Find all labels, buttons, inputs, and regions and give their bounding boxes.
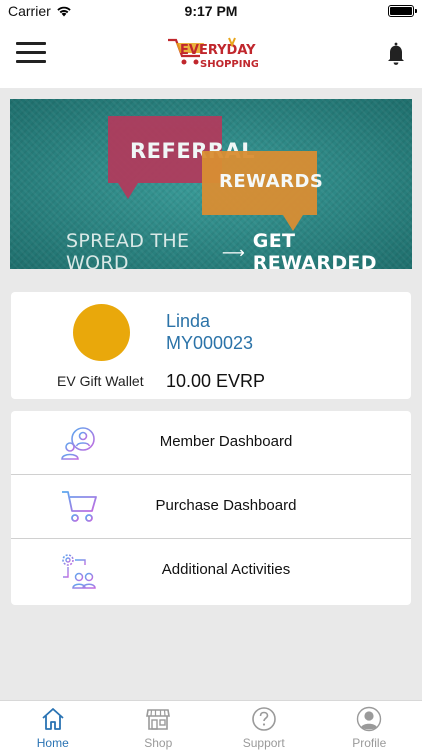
- member-dashboard-item[interactable]: Member Dashboard: [11, 411, 411, 475]
- everyday-shopping-logo: EVERYDAY SHOPPING: [168, 37, 258, 70]
- support-icon: [251, 707, 276, 731]
- tab-support-label: Support: [242, 736, 285, 750]
- rewards-bubble: REWARDS: [202, 151, 323, 231]
- svg-text:SHOPPING: SHOPPING: [200, 59, 258, 70]
- additional-activities-item[interactable]: Additional Activities: [11, 539, 411, 603]
- notification-bell-icon[interactable]: [386, 42, 406, 66]
- dashboard-menu: Member Dashboard Purchase Dashboard Addi…: [11, 411, 411, 605]
- shop-icon: [146, 709, 171, 730]
- wallet-label: EV Gift Wallet: [57, 373, 144, 389]
- tab-home-label: Home: [36, 736, 69, 750]
- purchase-dashboard-label: Purchase Dashboard: [155, 497, 297, 514]
- wallet-card: EV Gift Wallet Linda MY000023 10.00 EVRP: [11, 292, 411, 399]
- additional-activities-label: Additional Activities: [161, 561, 291, 578]
- member-dashboard-label: Member Dashboard: [159, 433, 293, 450]
- tab-profile[interactable]: Profile: [317, 701, 422, 750]
- menu-button[interactable]: [16, 42, 46, 66]
- user-name: Linda: [166, 311, 211, 331]
- tab-home[interactable]: Home: [0, 701, 106, 750]
- banner-tagline: SPREAD THE WORD ⟶ GET REWARDED: [66, 230, 386, 269]
- svg-text:EVERYDAY: EVERYDAY: [180, 43, 256, 58]
- tab-profile-label: Profile: [352, 736, 387, 750]
- status-bar: Carrier 9:17 PM: [0, 0, 422, 22]
- tagline-reward: GET REWARDED: [252, 230, 377, 269]
- member-id: MY000023: [166, 333, 254, 353]
- tab-support[interactable]: Support: [211, 701, 317, 750]
- tagline-spread: SPREAD THE WORD: [66, 230, 190, 269]
- wallet-balance: 10.00 EVRP: [166, 371, 266, 391]
- tab-shop-label: Shop: [144, 736, 173, 750]
- tab-shop[interactable]: Shop: [106, 701, 212, 750]
- arrow-right-icon: ⟶: [221, 242, 245, 262]
- profile-icon: [357, 706, 382, 732]
- wallet-avatar: [73, 304, 130, 361]
- app-header: EVERYDAY SHOPPING: [0, 22, 422, 88]
- bottom-tab-bar: Home Shop Support Profile: [0, 700, 422, 750]
- battery-icon: [388, 5, 417, 17]
- home-icon: [42, 708, 64, 730]
- referral-banner[interactable]: REFERRAL REWARDS SPREAD THE WORD ⟶ GET R…: [10, 99, 412, 269]
- purchase-dashboard-item[interactable]: Purchase Dashboard: [11, 475, 411, 539]
- rewards-text: REWARDS: [219, 171, 324, 192]
- clock: 9:17 PM: [184, 3, 238, 19]
